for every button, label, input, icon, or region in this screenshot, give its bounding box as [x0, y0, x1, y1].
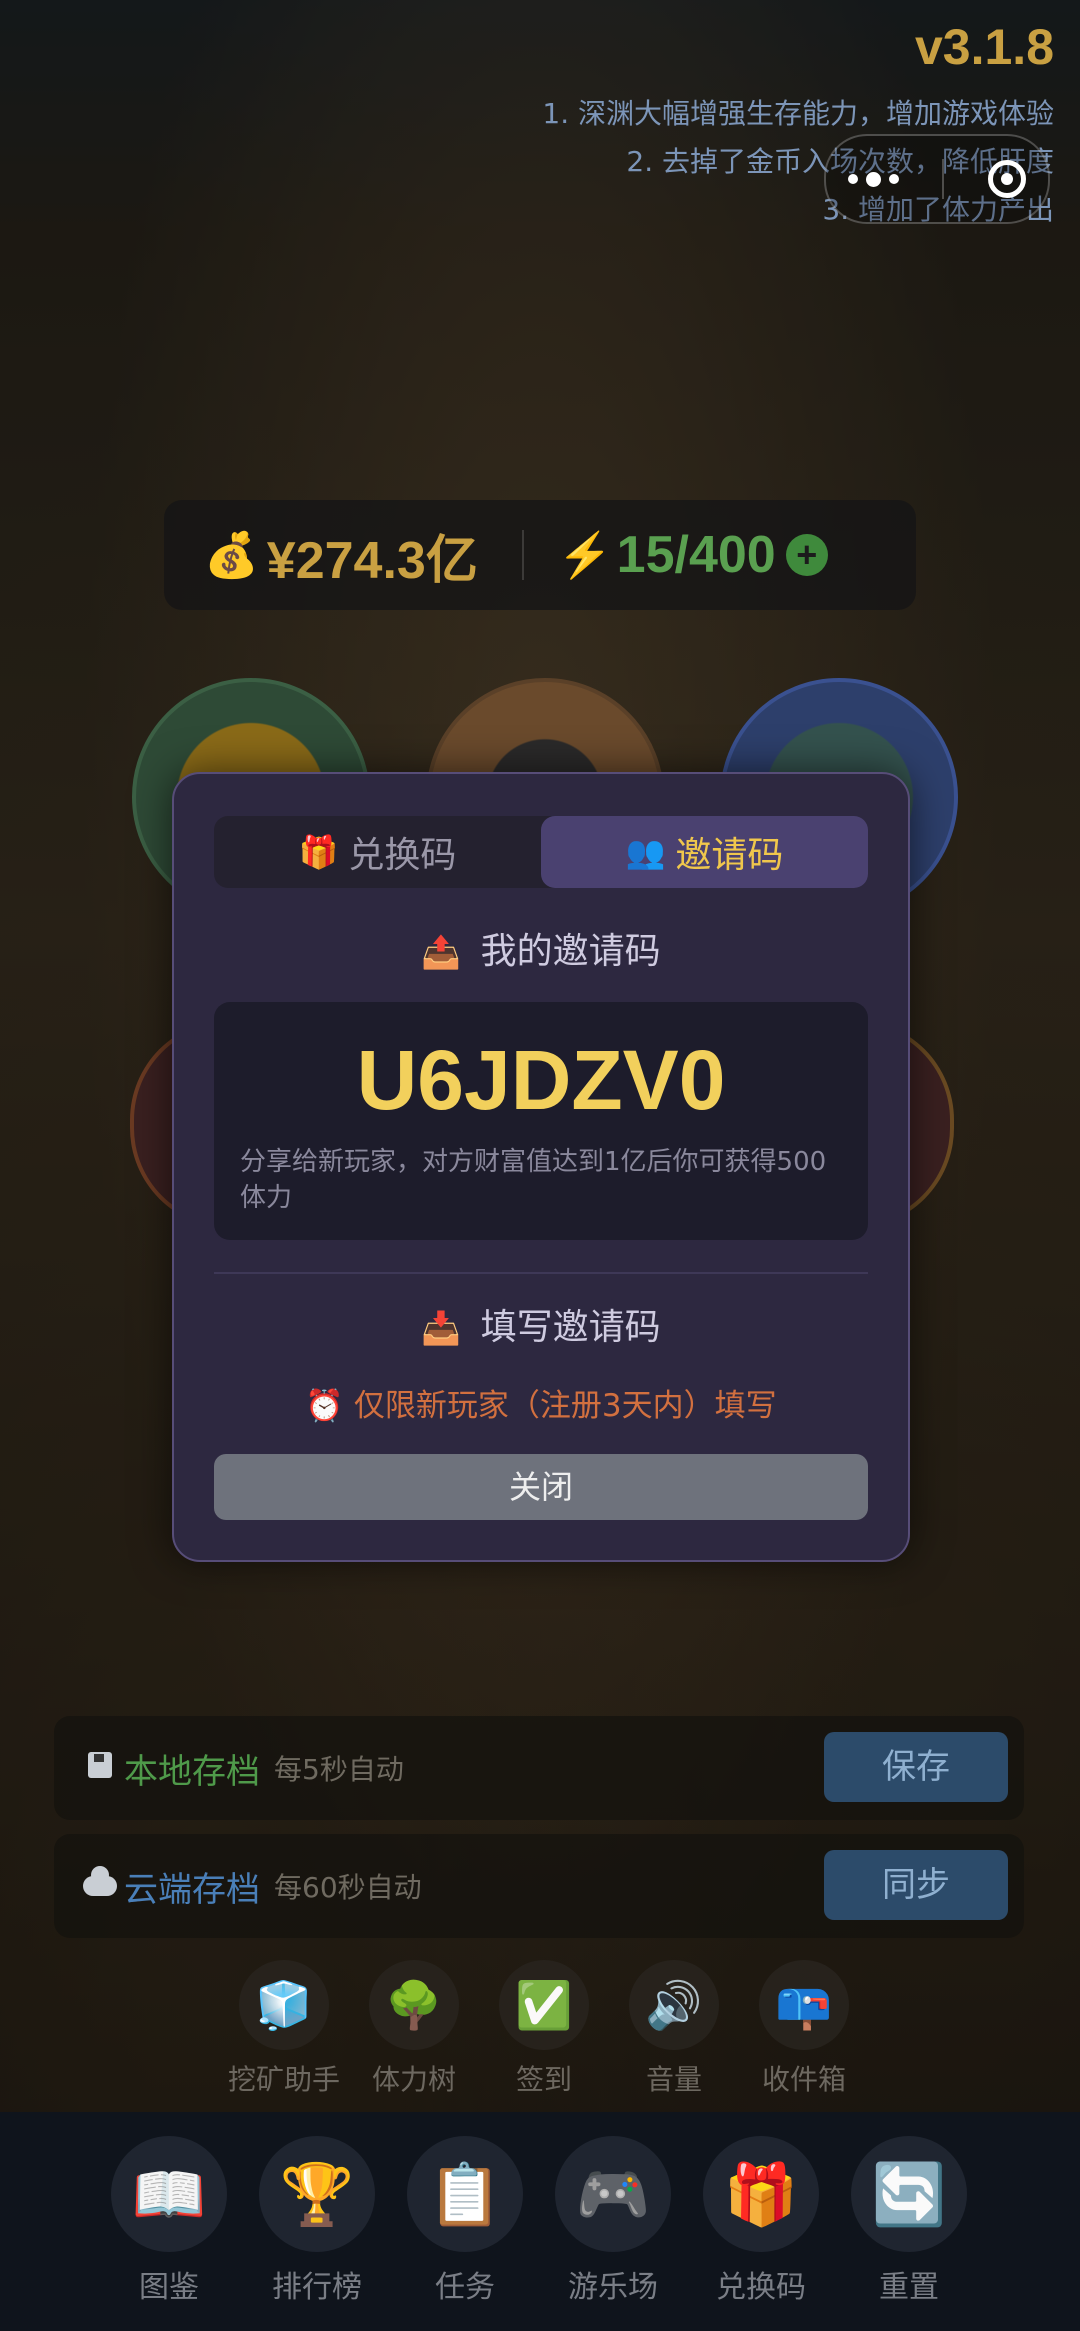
invite-code-modal: 🎁 兑换码 👥 邀请码 📤 我的邀请码 U6JDZV0 分享给新玩家，对方财富值…: [172, 772, 910, 1562]
close-button[interactable]: 关闭: [214, 1454, 868, 1520]
modal-divider: [214, 1272, 868, 1274]
invite-code-description: 分享给新玩家，对方财富值达到1亿后你可获得500 体力: [240, 1147, 827, 1213]
invite-code-box: U6JDZV0 分享给新玩家，对方财富值达到1亿后你可获得500 体力: [214, 1002, 868, 1240]
invite-code-value[interactable]: U6JDZV0: [214, 1032, 868, 1129]
tab-invite-code[interactable]: 👥 邀请码: [541, 816, 868, 888]
people-icon: 👥: [625, 833, 666, 871]
my-code-title: 我的邀请码: [480, 931, 661, 972]
limit-text: 仅限新玩家（注册3天内）填写: [353, 1388, 777, 1424]
tab-label: 邀请码: [675, 835, 784, 876]
tab-label: 兑换码: [348, 835, 457, 876]
fill-code-heading: 📥 填写邀请码: [174, 1298, 908, 1350]
outbox-icon: 📤: [421, 933, 462, 971]
my-code-heading: 📤 我的邀请码: [174, 922, 908, 974]
alarm-clock-icon: ⏰: [305, 1388, 344, 1424]
modal-tabs: 🎁 兑换码 👥 邀请码: [214, 816, 868, 888]
new-player-limit-notice: ⏰ 仅限新玩家（注册3天内）填写: [174, 1380, 908, 1425]
tab-redeem-code[interactable]: 🎁 兑换码: [214, 816, 541, 888]
fill-code-title: 填写邀请码: [480, 1307, 661, 1348]
gift-icon: 🎁: [298, 833, 339, 871]
inbox-icon: 📥: [421, 1309, 462, 1347]
